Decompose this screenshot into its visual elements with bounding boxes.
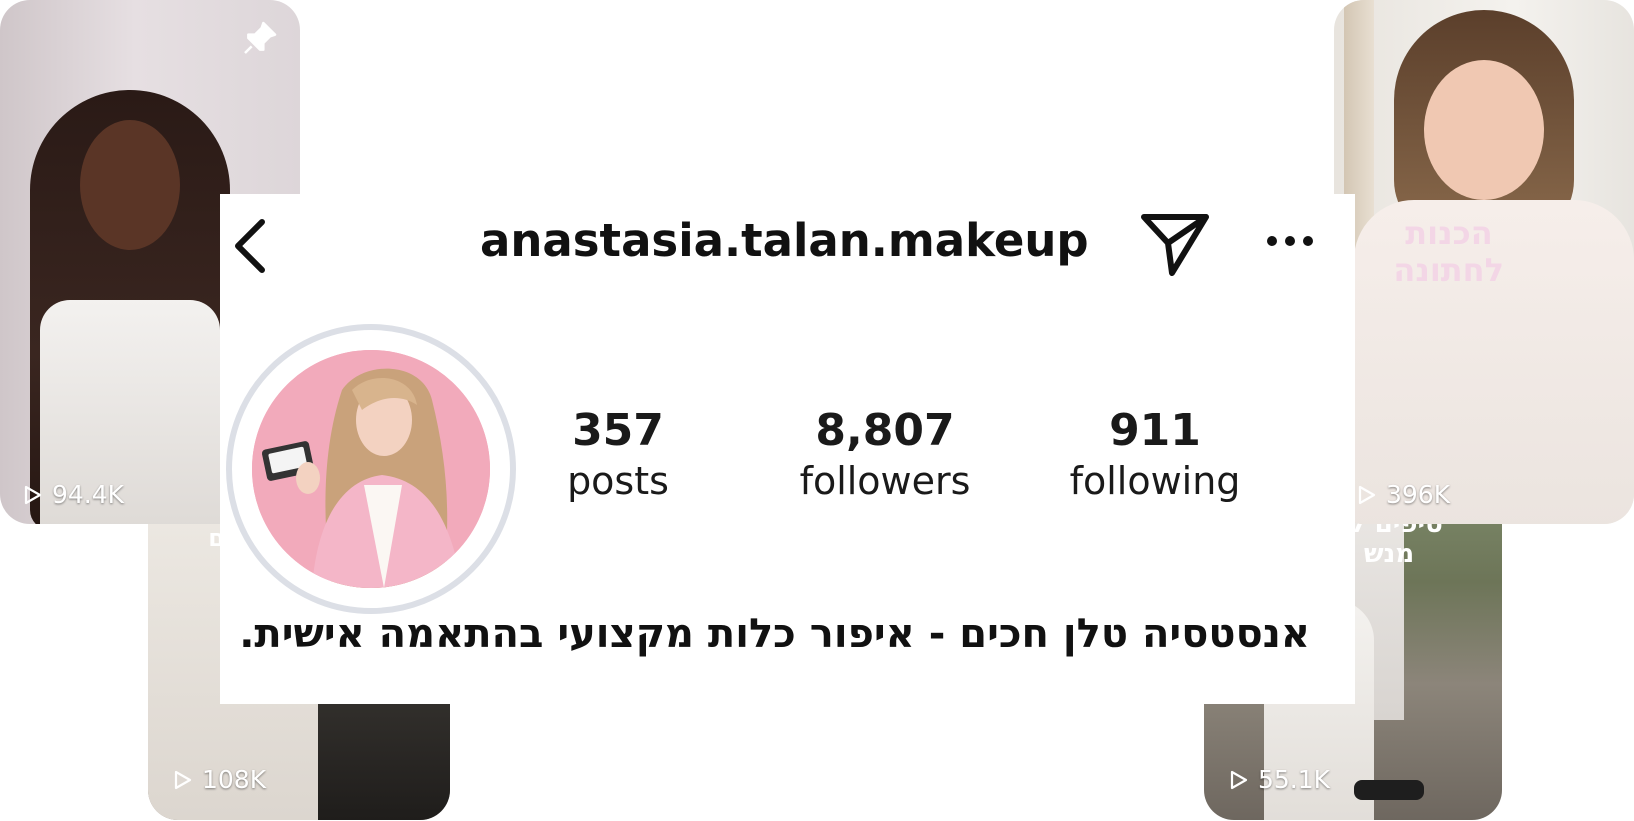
play-icon (174, 770, 192, 789)
stat-following-value: 911 (1109, 405, 1201, 456)
stat-posts[interactable]: 357 posts (538, 404, 698, 504)
avatar-image (252, 350, 490, 588)
thumbnail-top-right[interactable]: הכנות לחתונה 396K (1334, 0, 1634, 524)
chevron-left-icon[interactable] (230, 216, 270, 276)
pin-icon (240, 18, 280, 58)
more-horizontal-icon[interactable] (1265, 234, 1315, 248)
avatar[interactable] (226, 324, 516, 614)
view-count-value: 396K (1386, 480, 1451, 509)
stat-followers-value: 8,807 (815, 405, 955, 456)
profile-username: anastasia.talan.makeup (480, 214, 1089, 267)
stat-followers-label: followers (799, 459, 971, 503)
profile-bio: אנסטסיה טלן חכים - איפור כלות מקצועי בהת… (239, 611, 1310, 657)
view-count: 55.1K (1226, 765, 1330, 794)
stat-posts-label: posts (567, 459, 669, 503)
play-icon (1358, 485, 1376, 504)
view-count-value: 108K (202, 765, 267, 794)
play-icon (1230, 770, 1248, 789)
stat-followers[interactable]: 8,807 followers (775, 404, 995, 504)
play-icon (24, 485, 42, 504)
profile-header-card: anastasia.talan.makeup 357 posts 8,807 f… (220, 194, 1355, 704)
paper-plane-icon[interactable] (1140, 211, 1210, 277)
stat-posts-value: 357 (572, 405, 664, 456)
stat-following[interactable]: 911 following (1050, 404, 1260, 504)
thumbnail-overlay-text: הכנות לחתונה (1393, 214, 1504, 289)
stat-following-label: following (1069, 459, 1241, 503)
view-count: 396K (1354, 480, 1450, 509)
view-count: 108K (170, 765, 266, 794)
view-count-value: 55.1K (1258, 765, 1331, 794)
view-count-value: 94.4K (52, 480, 125, 509)
view-count: 94.4K (20, 480, 124, 509)
